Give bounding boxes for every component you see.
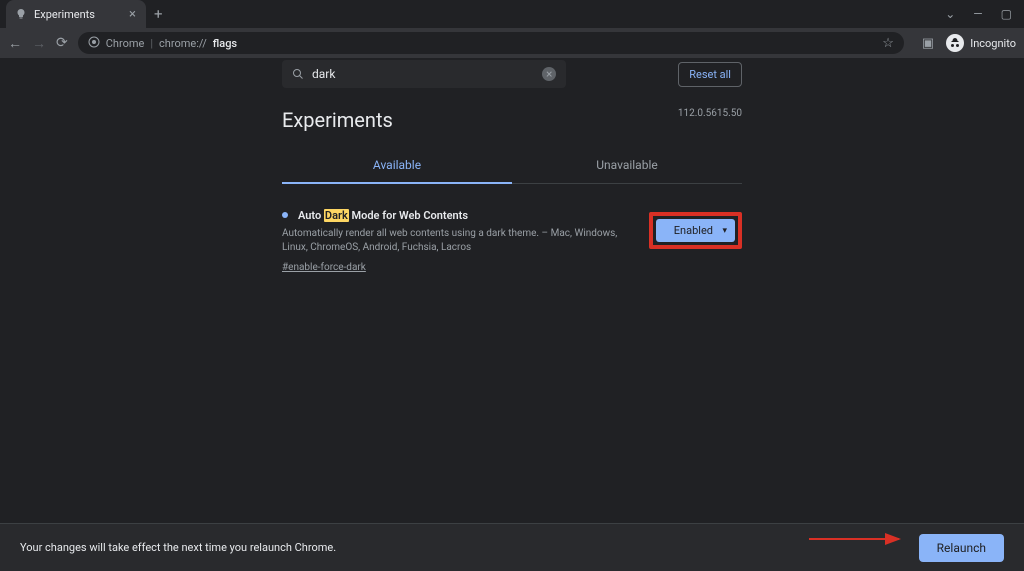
browser-toolbar: ← → ⟳ Chrome | chrome:// flags ☆ ▣ Incogn… <box>0 28 1024 58</box>
flag-anchor-link[interactable]: #enable-force-dark <box>282 262 366 273</box>
relaunch-button[interactable]: Relaunch <box>919 534 1004 562</box>
window-chevron-icon[interactable]: ⌄ <box>945 7 955 21</box>
extensions-icon[interactable]: ▣ <box>922 36 934 51</box>
page-title: Experiments <box>282 108 742 132</box>
browser-tab[interactable]: Experiments × <box>6 0 146 28</box>
search-input[interactable] <box>312 67 534 81</box>
tab-title: Experiments <box>34 8 123 21</box>
back-icon[interactable]: ← <box>8 35 22 52</box>
version-label: 112.0.5615.50 <box>678 108 742 119</box>
relaunch-bar: Your changes will take effect the next t… <box>0 523 1024 571</box>
relaunch-message: Your changes will take effect the next t… <box>20 541 336 554</box>
tabs-row: Available Unavailable <box>282 148 742 184</box>
window-maximize-icon[interactable]: ▢ <box>1001 7 1012 21</box>
search-box[interactable]: × <box>282 60 566 88</box>
tab-available[interactable]: Available <box>282 148 512 184</box>
incognito-avatar-icon <box>946 34 964 52</box>
url-highlight: flags <box>213 37 237 50</box>
incognito-badge[interactable]: Incognito <box>946 34 1016 52</box>
bookmark-star-icon[interactable]: ☆ <box>882 36 894 51</box>
url-path: chrome:// <box>159 37 207 50</box>
flag-description: Automatically render all web contents us… <box>282 227 629 255</box>
search-clear-icon[interactable]: × <box>542 67 556 81</box>
reset-all-button[interactable]: Reset all <box>678 62 742 87</box>
new-tab-button[interactable]: + <box>154 5 163 23</box>
flag-state-select[interactable]: Enabled <box>656 219 735 242</box>
flag-modified-indicator-icon <box>282 212 288 218</box>
tab-close-icon[interactable]: × <box>129 7 136 22</box>
window-minimize-icon[interactable]: — <box>973 7 982 21</box>
browser-titlebar: Experiments × + ⌄ — ▢ <box>0 0 1024 28</box>
flag-title: Auto Dark Mode for Web Contents <box>298 209 468 222</box>
search-icon <box>292 65 304 84</box>
forward-icon[interactable]: → <box>32 35 46 52</box>
tab-favicon-icon <box>14 7 28 21</box>
chrome-logo-icon <box>88 36 100 51</box>
reload-icon[interactable]: ⟳ <box>56 35 68 51</box>
page-content: × Reset all Experiments 112.0.5615.50 Av… <box>0 58 1024 571</box>
incognito-label: Incognito <box>970 37 1016 50</box>
url-separator: | <box>150 37 153 50</box>
annotation-highlight-box: Enabled <box>649 212 742 249</box>
tab-unavailable[interactable]: Unavailable <box>512 148 742 183</box>
flag-item: Auto Dark Mode for Web Contents Automati… <box>282 204 742 274</box>
address-bar[interactable]: Chrome | chrome:// flags ☆ <box>78 32 904 54</box>
window-controls: ⌄ — ▢ <box>945 7 1024 21</box>
url-scheme: Chrome <box>106 37 145 50</box>
